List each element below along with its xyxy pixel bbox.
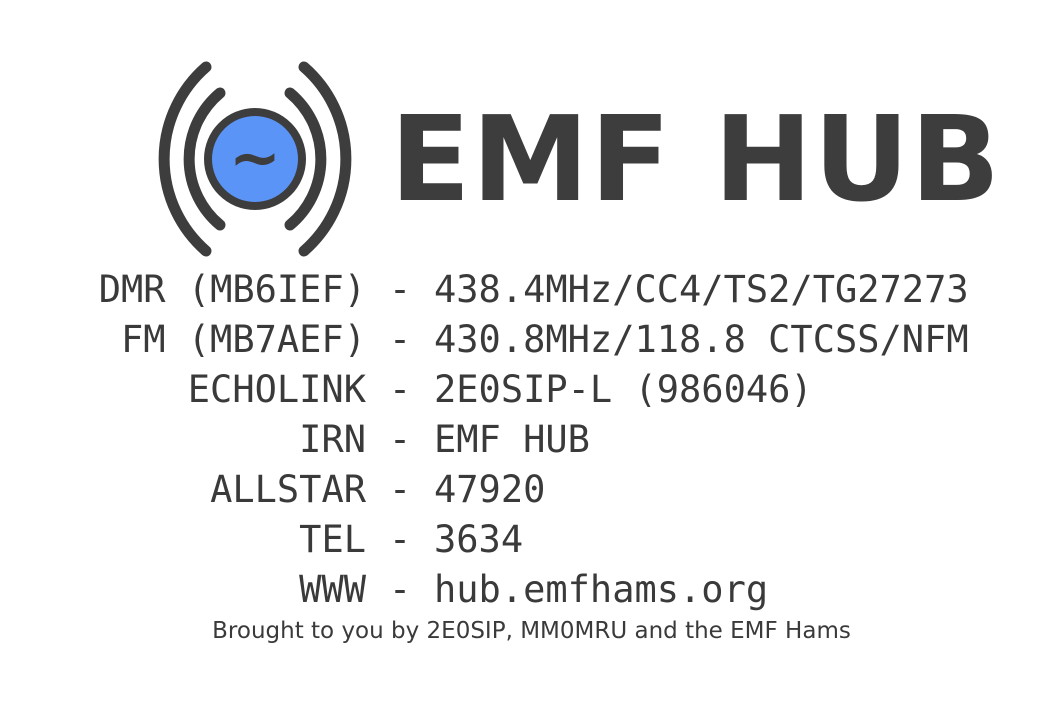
info-row-fm: FM (MB7AEF) - 430.8MHz/118.8 CTCSS/NFM [0,315,1063,365]
info-label: ALLSTAR [210,468,366,511]
info-separator: - [388,318,412,361]
info-row-allstar: ALLSTAR - 47920 [0,465,1063,515]
info-separator: - [388,518,412,561]
info-label: DMR (MB6IEF) [98,268,366,311]
info-separator: - [388,418,412,461]
info-separator: - [388,568,412,611]
logo: ~ [140,55,380,265]
info-value: 3634 [434,518,524,561]
brand-title: EMF HUB [390,90,1002,228]
info-row-echolink: ECHOLINK - 2E0SIP-L (986046) [0,365,1063,415]
info-label: WWW [299,568,366,611]
logo-glyph: ~ [229,121,281,194]
info-label: IRN [299,418,366,461]
info-list: DMR (MB6IEF) - 438.4MHz/CC4/TS2/TG27273 … [0,265,1063,615]
info-separator: - [388,468,412,511]
info-label: ECHOLINK [187,368,366,411]
info-row-www: WWW - hub.emfhams.org [0,565,1063,615]
info-value: 2E0SIP-L (986046) [434,368,813,411]
info-row-tel: TEL - 3634 [0,515,1063,565]
radio-broadcast-icon: ~ [158,61,352,257]
info-row-dmr: DMR (MB6IEF) - 438.4MHz/CC4/TS2/TG27273 [0,265,1063,315]
info-value: EMF HUB [434,418,590,461]
info-value: 438.4MHz/CC4/TS2/TG27273 [434,268,969,311]
info-label: FM (MB7AEF) [120,318,366,361]
info-separator: - [388,368,412,411]
info-value: 430.8MHz/118.8 CTCSS/NFM [434,318,969,361]
info-value: hub.emfhams.org [434,568,769,611]
info-label: TEL [299,518,366,561]
info-value: 47920 [434,468,546,511]
footer-credit: Brought to you by 2E0SIP, MM0MRU and the… [212,618,851,644]
info-separator: - [388,268,412,311]
info-row-irn: IRN - EMF HUB [0,415,1063,465]
